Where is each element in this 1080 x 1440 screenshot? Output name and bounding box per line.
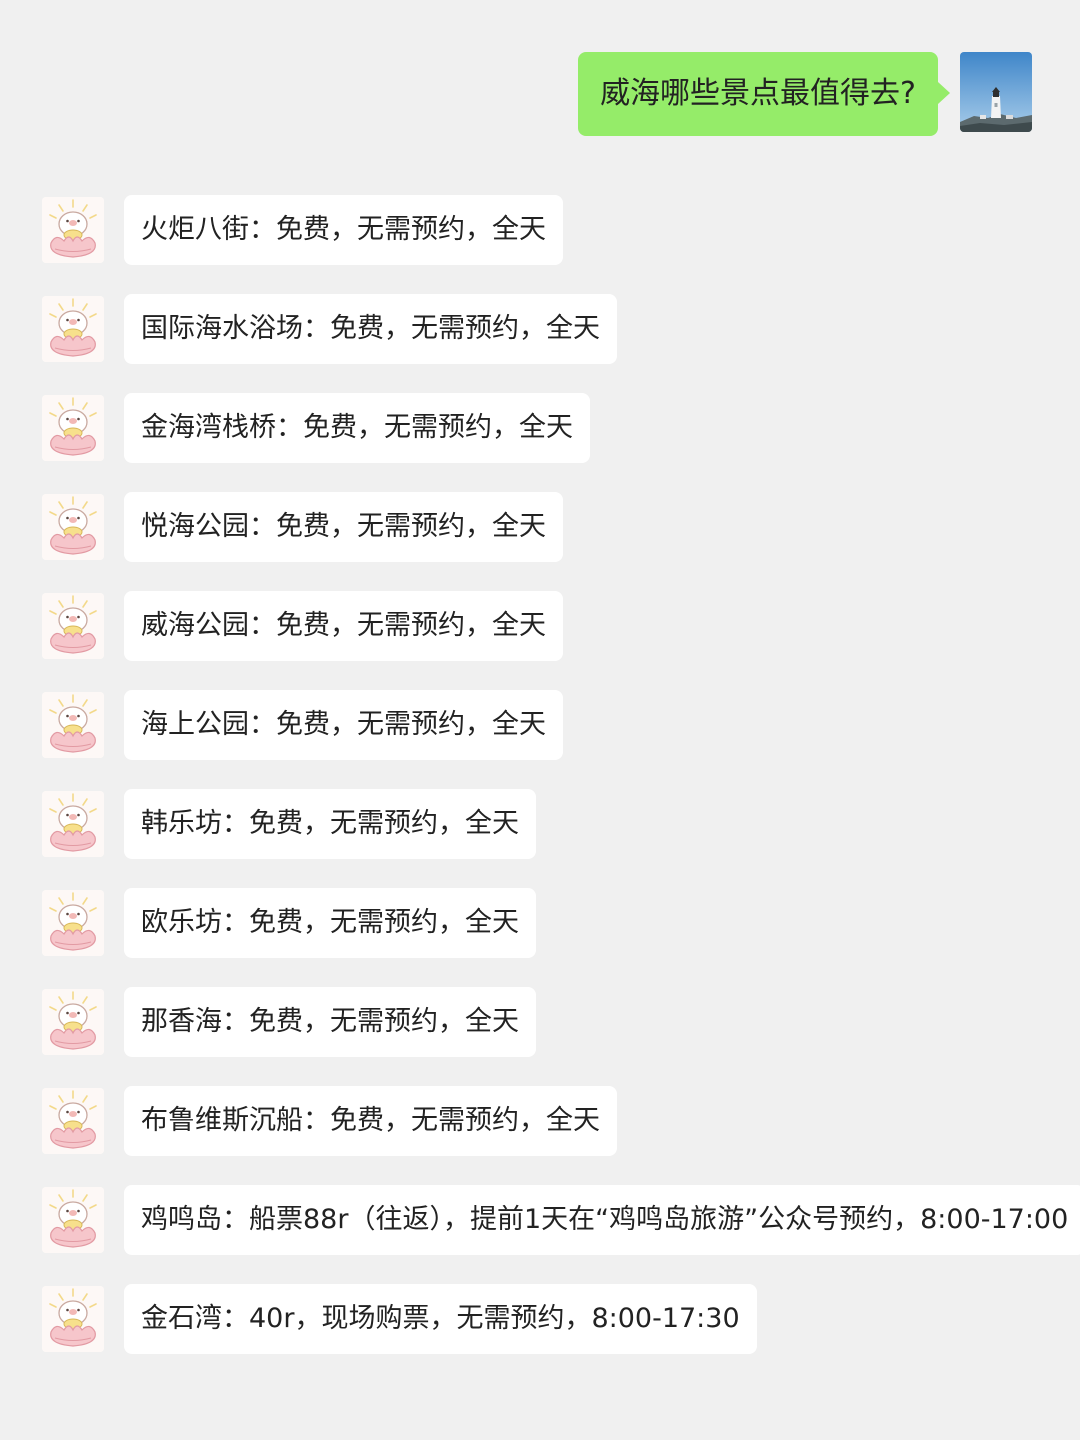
- cartoon-avatar-icon[interactable]: [42, 296, 104, 362]
- incoming-message: 国际海水浴场：免费，无需预约，全天: [42, 294, 1080, 393]
- cartoon-avatar-icon[interactable]: [42, 494, 104, 560]
- cartoon-avatar-icon[interactable]: [42, 1187, 104, 1253]
- incoming-message: 悦海公园：免费，无需预约，全天: [42, 492, 1080, 591]
- cartoon-avatar-icon[interactable]: [42, 791, 104, 857]
- incoming-bubble[interactable]: 威海公园：免费，无需预约，全天: [124, 591, 563, 661]
- cartoon-avatar-icon[interactable]: [42, 395, 104, 461]
- cartoon-avatar-icon[interactable]: [42, 989, 104, 1055]
- incoming-bubble[interactable]: 火炬八街：免费，无需预约，全天: [124, 195, 563, 265]
- outgoing-message: 威海哪些景点最值得去?: [578, 52, 1032, 136]
- incoming-message: 那香海：免费，无需预约，全天: [42, 987, 1080, 1086]
- outgoing-bubble[interactable]: 威海哪些景点最值得去?: [578, 52, 950, 136]
- incoming-message: 欧乐坊：免费，无需预约，全天: [42, 888, 1080, 987]
- cartoon-avatar-icon[interactable]: [42, 197, 104, 263]
- incoming-message: 布鲁维斯沉船：免费，无需预约，全天: [42, 1086, 1080, 1185]
- incoming-bubble[interactable]: 金海湾栈桥：免费，无需预约，全天: [124, 393, 590, 463]
- cartoon-avatar-icon[interactable]: [42, 890, 104, 956]
- incoming-message: 金海湾栈桥：免费，无需预约，全天: [42, 393, 1080, 492]
- cartoon-avatar-icon[interactable]: [42, 1088, 104, 1154]
- incoming-message: 鸡鸣岛：船票88r（往返），提前1天在“鸡鸣岛旅游”公众号预约，8:00-17:…: [42, 1185, 1080, 1284]
- chat-window: 威海哪些景点最值得去? 火炬八街：免费，无需预约，全天 国际海水浴场：免费，无需…: [0, 0, 1080, 1440]
- lighthouse-avatar-icon[interactable]: [960, 52, 1032, 132]
- incoming-bubble[interactable]: 海上公园：免费，无需预约，全天: [124, 690, 563, 760]
- incoming-bubble[interactable]: 布鲁维斯沉船：免费，无需预约，全天: [124, 1086, 617, 1156]
- incoming-bubble[interactable]: 欧乐坊：免费，无需预约，全天: [124, 888, 536, 958]
- incoming-message: 金石湾：40r，现场购票，无需预约，8:00-17:30: [42, 1284, 1080, 1383]
- cartoon-avatar-icon[interactable]: [42, 692, 104, 758]
- cartoon-avatar-icon[interactable]: [42, 593, 104, 659]
- cartoon-avatar-icon[interactable]: [42, 1286, 104, 1352]
- incoming-bubble[interactable]: 国际海水浴场：免费，无需预约，全天: [124, 294, 617, 364]
- incoming-bubble[interactable]: 金石湾：40r，现场购票，无需预约，8:00-17:30: [124, 1284, 757, 1354]
- incoming-bubble[interactable]: 那香海：免费，无需预约，全天: [124, 987, 536, 1057]
- incoming-bubble[interactable]: 悦海公园：免费，无需预约，全天: [124, 492, 563, 562]
- incoming-bubble[interactable]: 鸡鸣岛：船票88r（往返），提前1天在“鸡鸣岛旅游”公众号预约，8:00-17:…: [124, 1185, 1080, 1255]
- incoming-message: 海上公园：免费，无需预约，全天: [42, 690, 1080, 789]
- incoming-message: 韩乐坊：免费，无需预约，全天: [42, 789, 1080, 888]
- incoming-message: 火炬八街：免费，无需预约，全天: [42, 195, 1080, 294]
- incoming-messages: 火炬八街：免费，无需预约，全天 国际海水浴场：免费，无需预约，全天 金海湾栈桥：…: [42, 195, 1080, 1383]
- incoming-bubble[interactable]: 韩乐坊：免费，无需预约，全天: [124, 789, 536, 859]
- incoming-message: 威海公园：免费，无需预约，全天: [42, 591, 1080, 690]
